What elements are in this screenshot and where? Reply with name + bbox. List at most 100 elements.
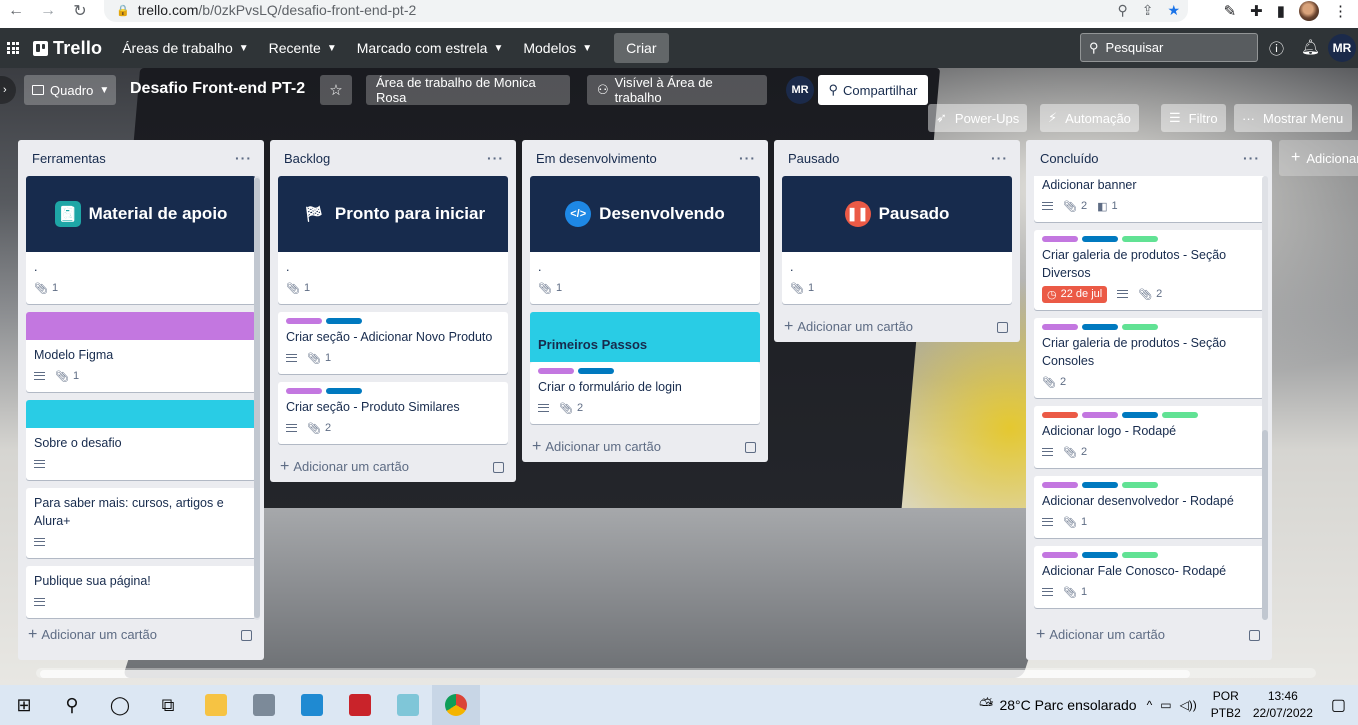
card-material-de-apoio[interactable]: 📓︎ Material de apoio . 📎︎ 1 — [26, 176, 256, 304]
card-pronto-para-iniciar[interactable]: 🏁︎ Pronto para iniciar . 📎︎ 1 — [278, 176, 508, 304]
card-adicionar-banner[interactable]: Adicionar banner 📎︎ 2 ◧ 1 — [1034, 176, 1264, 222]
visibility-button[interactable]: ⚇ Visível à Área de trabalho — [587, 75, 767, 105]
app-switcher-icon[interactable] — [7, 42, 19, 54]
workspace-button[interactable]: Área de trabalho de Monica Rosa — [366, 75, 570, 105]
board-member-avatar[interactable]: MR — [786, 76, 814, 104]
list-ferramentas[interactable]: Ferramentas ··· 📓︎ Material de apoio . 📎︎ 1… — [18, 140, 264, 660]
create-button[interactable]: Criar — [614, 33, 669, 63]
notification-center-icon[interactable]: ▢ — [1331, 695, 1346, 715]
add-card-button[interactable]: + Adicionar um cartão — [774, 312, 1020, 342]
list-title[interactable]: Ferramentas — [32, 151, 106, 166]
extensions-icon[interactable]: ✚ — [1250, 2, 1263, 20]
card-adicionar-fale-conosco-rodape[interactable]: Adicionar Fale Conosco- Rodapé 📎︎ 1 — [1034, 546, 1264, 608]
card-publique-sua-pagina[interactable]: Publique sua página! — [26, 566, 256, 618]
list-title[interactable]: Concluído — [1040, 151, 1099, 166]
add-card-button[interactable]: + Adicionar um cartão — [270, 452, 516, 482]
list-title[interactable]: Pausado — [788, 151, 839, 166]
share-button[interactable]: ⚲ Compartilhar — [818, 75, 928, 105]
list-pausado[interactable]: Pausado ··· ❚❚ Pausado . 📎︎ 1 + Adicionar um… — [774, 140, 1020, 342]
search-input[interactable]: ⚲ Pesquisar — [1080, 33, 1258, 62]
forward-icon[interactable]: → — [32, 0, 64, 22]
notifications-bell-icon[interactable]: 🔔︎ — [1301, 38, 1320, 56]
card-galeria-diversos[interactable]: Criar galeria de produtos - Seção Divers… — [1034, 230, 1264, 310]
list-menu-icon[interactable]: ··· — [739, 150, 756, 166]
menu-recent[interactable]: Recente ▼ — [259, 32, 347, 64]
card-desenvolvendo[interactable]: </> Desenvolvendo . 📎︎ 1 — [530, 176, 760, 304]
weather-icon[interactable]: ⛅︎ — [979, 695, 993, 716]
back-icon[interactable]: ← — [0, 0, 32, 22]
automation-button[interactable]: ⚡︎ Automação — [1040, 104, 1139, 132]
menu-workspaces[interactable]: Áreas de trabalho ▼ — [112, 32, 258, 64]
card-template-icon[interactable] — [493, 461, 504, 473]
menu-templates[interactable]: Modelos ▼ — [513, 32, 602, 64]
list-concluido[interactable]: Concluído ··· Adicionar banner 📎︎ 2 ◧ 1 Cria… — [1026, 140, 1272, 660]
language-indicator[interactable]: POR PTB2 — [1211, 688, 1241, 722]
info-icon[interactable]: ⓘ — [1269, 38, 1284, 59]
sidepanel-icon[interactable]: ▮ — [1277, 2, 1285, 20]
cortana-icon[interactable]: ◯ — [96, 685, 144, 725]
due-date-badge[interactable]: ◷ 22 de jul — [1042, 285, 1108, 303]
vscode-icon[interactable] — [288, 685, 336, 725]
list-menu-icon[interactable]: ··· — [991, 150, 1008, 166]
trello-logo[interactable]: Trello — [33, 38, 102, 59]
eyedropper-icon[interactable]: ✎ — [1224, 2, 1237, 20]
task-view-icon[interactable]: ⧉ — [144, 685, 192, 725]
search-icon[interactable]: ⚲ — [48, 685, 96, 725]
member-avatar[interactable]: MR — [1328, 34, 1356, 62]
bookmark-star-icon[interactable]: ★ — [1167, 2, 1180, 19]
add-card-button[interactable]: + Adicionar um cartão — [522, 432, 768, 462]
board-view-switcher[interactable]: Quadro ▼ — [24, 75, 116, 105]
card-galeria-consoles[interactable]: Criar galeria de produtos - Seção Consol… — [1034, 318, 1264, 398]
file-explorer-icon[interactable] — [192, 685, 240, 725]
acrobat-icon[interactable] — [336, 685, 384, 725]
list-scrollbar-thumb[interactable] — [1262, 430, 1268, 620]
system-clock[interactable]: 13:46 22/07/2022 — [1253, 688, 1313, 722]
volume-icon[interactable]: ◁)) — [1180, 698, 1197, 712]
card-modelo-figma[interactable]: Modelo Figma 📎︎ 1 — [26, 312, 256, 392]
zoom-icon[interactable]: ⚲ — [1117, 2, 1127, 19]
card-primeiros-passos[interactable]: Primeiros Passos — [530, 312, 760, 362]
filter-button[interactable]: ☰ Filtro — [1161, 104, 1226, 132]
network-icon[interactable]: ▭ — [1160, 698, 1171, 712]
list-title[interactable]: Em desenvolvimento — [536, 151, 657, 166]
list-backlog[interactable]: Backlog ··· 🏁︎ Pronto para iniciar . 📎︎ 1 C… — [270, 140, 516, 482]
calculator-icon[interactable] — [240, 685, 288, 725]
chrome-icon[interactable] — [432, 685, 480, 725]
card-template-icon[interactable] — [1249, 629, 1260, 641]
card-pausado[interactable]: ❚❚ Pausado . 📎︎ 1 — [782, 176, 1012, 304]
card-adicionar-desenvolvedor-rodape[interactable]: Adicionar desenvolvedor - Rodapé 📎︎ 1 — [1034, 476, 1264, 538]
card-adicionar-logo-rodape[interactable]: Adicionar logo - Rodapé 📎︎ 2 — [1034, 406, 1264, 468]
notepad-icon[interactable] — [384, 685, 432, 725]
show-menu-button[interactable]: ··· Mostrar Menu — [1234, 104, 1352, 132]
menu-starred[interactable]: Marcado com estrela ▼ — [347, 32, 514, 64]
windows-start-icon[interactable]: ⊞ — [0, 685, 48, 725]
tray-chevron-icon[interactable]: ^ — [1147, 698, 1153, 712]
card-template-icon[interactable] — [997, 321, 1008, 333]
powerups-button[interactable]: ➶ Power-Ups — [928, 104, 1028, 132]
share-page-icon[interactable]: ⇪ — [1142, 2, 1154, 19]
profile-avatar[interactable] — [1299, 1, 1319, 21]
list-title[interactable]: Backlog — [284, 151, 330, 166]
list-menu-icon[interactable]: ··· — [487, 150, 504, 166]
address-bar[interactable]: 🔒 trello.com/b/0zkPvsLQ/desafio-front-en… — [104, 0, 1188, 22]
add-card-button[interactable]: + Adicionar um cartão — [1026, 620, 1272, 650]
add-card-button[interactable]: + Adicionar um cartão — [18, 620, 264, 650]
board-horizontal-scrollbar-thumb[interactable] — [40, 670, 1190, 678]
reload-icon[interactable]: ↻ — [64, 0, 96, 22]
board-title[interactable]: Desafio Front-end PT-2 — [130, 80, 305, 98]
star-board-icon[interactable]: ☆ — [320, 75, 352, 105]
list-em-desenvolvimento[interactable]: Em desenvolvimento ··· </> Desenvolvendo .… — [522, 140, 768, 462]
card-template-icon[interactable] — [241, 629, 252, 641]
list-menu-icon[interactable]: ··· — [1243, 150, 1260, 166]
card-sobre-o-desafio[interactable]: Sobre o desafio — [26, 400, 256, 480]
card-formulario-de-login[interactable]: Criar o formulário de login 📎︎ 2 — [530, 362, 760, 424]
list-menu-icon[interactable]: ··· — [235, 150, 252, 166]
card-produto-similares[interactable]: Criar seção - Produto Similares 📎︎ 2 — [278, 382, 508, 444]
list-scrollbar-thumb[interactable] — [254, 178, 260, 618]
card-para-saber-mais[interactable]: Para saber mais: cursos, artigos e Alura… — [26, 488, 256, 558]
add-list-button[interactable]: +Adicionar outra lista — [1279, 140, 1358, 176]
weather-text[interactable]: 28°C Parc ensolarado — [999, 697, 1136, 713]
card-template-icon[interactable] — [745, 441, 756, 453]
card-adicionar-novo-produto[interactable]: Criar seção - Adicionar Novo Produto 📎︎ 1 — [278, 312, 508, 374]
kebab-menu-icon[interactable]: ⋮ — [1333, 2, 1348, 20]
